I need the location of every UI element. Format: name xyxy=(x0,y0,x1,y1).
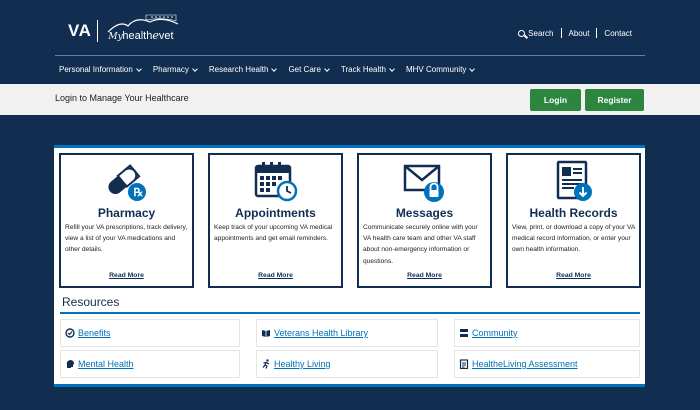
main-nav: Personal Information Pharmacy Research H… xyxy=(59,65,486,74)
resource-healthy-living[interactable]: Healthy Living xyxy=(256,350,438,378)
va-logo-text: VA xyxy=(68,21,92,40)
pharmacy-card[interactable]: ℞ Pharmacy Refill your VA prescriptions,… xyxy=(59,153,194,288)
chevron-down-icon xyxy=(389,65,395,72)
logo-my-text: My xyxy=(108,32,123,42)
read-more-link[interactable]: Read More xyxy=(508,272,639,279)
search-label: Search xyxy=(528,28,554,38)
logo-divider xyxy=(97,20,99,42)
messages-card[interactable]: Messages Communicate securely online wit… xyxy=(357,153,492,288)
card-title: Health Records xyxy=(529,206,618,220)
nav-track-health[interactable]: Track Health xyxy=(341,65,395,74)
resource-label: Mental Health xyxy=(78,359,134,369)
login-message: Login to Manage Your Healthcare xyxy=(55,93,189,103)
my-healthevet-logo: My healthevet xyxy=(106,14,180,48)
read-more-link[interactable]: Read More xyxy=(359,272,490,279)
chevron-down-icon xyxy=(192,65,198,72)
head-icon xyxy=(65,359,75,369)
logo-healthevet-text: healthevet xyxy=(122,29,174,42)
resource-label: HealtheLiving Assessment xyxy=(472,359,578,369)
login-button[interactable]: Login xyxy=(530,89,581,111)
book-icon xyxy=(261,328,271,338)
resource-mental-health[interactable]: Mental Health xyxy=(60,350,240,378)
card-description: Communicate securely online with your VA… xyxy=(363,224,478,265)
contact-link[interactable]: Contact xyxy=(604,29,632,38)
resource-healtheliving-assessment[interactable]: HealtheLiving Assessment xyxy=(454,350,640,378)
feature-cards: ℞ Pharmacy Refill your VA prescriptions,… xyxy=(59,153,643,289)
card-title: Messages xyxy=(395,206,454,220)
read-more-link[interactable]: Read More xyxy=(61,272,192,279)
nav-personal-information[interactable]: Personal Information xyxy=(59,65,142,74)
calendar-clock-icon xyxy=(210,160,341,204)
nav-get-care[interactable]: Get Care xyxy=(288,65,330,74)
resource-label: Healthy Living xyxy=(274,359,331,369)
utility-links: Search About Contact xyxy=(518,28,632,38)
pill-rx-icon: ℞ xyxy=(61,160,192,204)
main-content: ℞ Pharmacy Refill your VA prescriptions,… xyxy=(54,145,645,387)
header-divider xyxy=(55,55,645,56)
content-bottom-border xyxy=(54,384,645,387)
svg-text:℞: ℞ xyxy=(133,187,143,199)
site-header: VA My healthevet Search About Contact Pe… xyxy=(0,0,700,84)
card-description: Keep track of your upcoming VA medical a… xyxy=(214,224,333,243)
utility-divider xyxy=(560,28,562,38)
card-description: View, print, or download a copy of your … xyxy=(512,224,635,254)
about-link[interactable]: About xyxy=(569,29,590,38)
chevron-down-icon xyxy=(469,65,476,72)
nav-mhv-community[interactable]: MHV Community xyxy=(406,65,476,74)
health-records-card[interactable]: Health Records View, print, or download … xyxy=(506,153,641,288)
community-icon xyxy=(459,328,469,338)
site-logo[interactable]: VA My healthevet xyxy=(68,14,180,48)
chevron-down-icon xyxy=(271,65,278,72)
search-link[interactable]: Search xyxy=(518,28,554,38)
nav-research-health[interactable]: Research Health xyxy=(209,65,278,74)
benefits-icon xyxy=(65,328,75,338)
card-description: Refill your VA prescriptions, track deli… xyxy=(65,224,188,254)
resource-label: Community xyxy=(472,328,518,338)
card-title: Appointments xyxy=(235,206,316,220)
record-download-icon xyxy=(508,160,639,204)
resources-divider xyxy=(60,312,640,314)
login-bar: Login to Manage Your Healthcare Login Re… xyxy=(0,84,700,115)
resources-heading: Resources xyxy=(62,295,120,309)
envelope-lock-icon xyxy=(359,160,490,204)
card-title: Pharmacy xyxy=(97,206,156,220)
checklist-icon xyxy=(459,359,469,369)
resource-veterans-health-library[interactable]: Veterans Health Library xyxy=(256,319,438,347)
nav-pharmacy[interactable]: Pharmacy xyxy=(153,65,198,74)
resource-label: Benefits xyxy=(78,328,111,338)
resource-benefits[interactable]: Benefits xyxy=(60,319,240,347)
resource-community[interactable]: Community xyxy=(454,319,640,347)
read-more-link[interactable]: Read More xyxy=(210,272,341,279)
utility-divider xyxy=(596,28,598,38)
search-icon xyxy=(518,29,526,37)
resource-label: Veterans Health Library xyxy=(274,328,369,338)
runner-icon xyxy=(261,359,271,369)
chevron-down-icon xyxy=(135,65,142,72)
appointments-card[interactable]: Appointments Keep track of your upcoming… xyxy=(208,153,343,288)
chevron-down-icon xyxy=(324,65,330,72)
register-button[interactable]: Register xyxy=(585,89,644,111)
